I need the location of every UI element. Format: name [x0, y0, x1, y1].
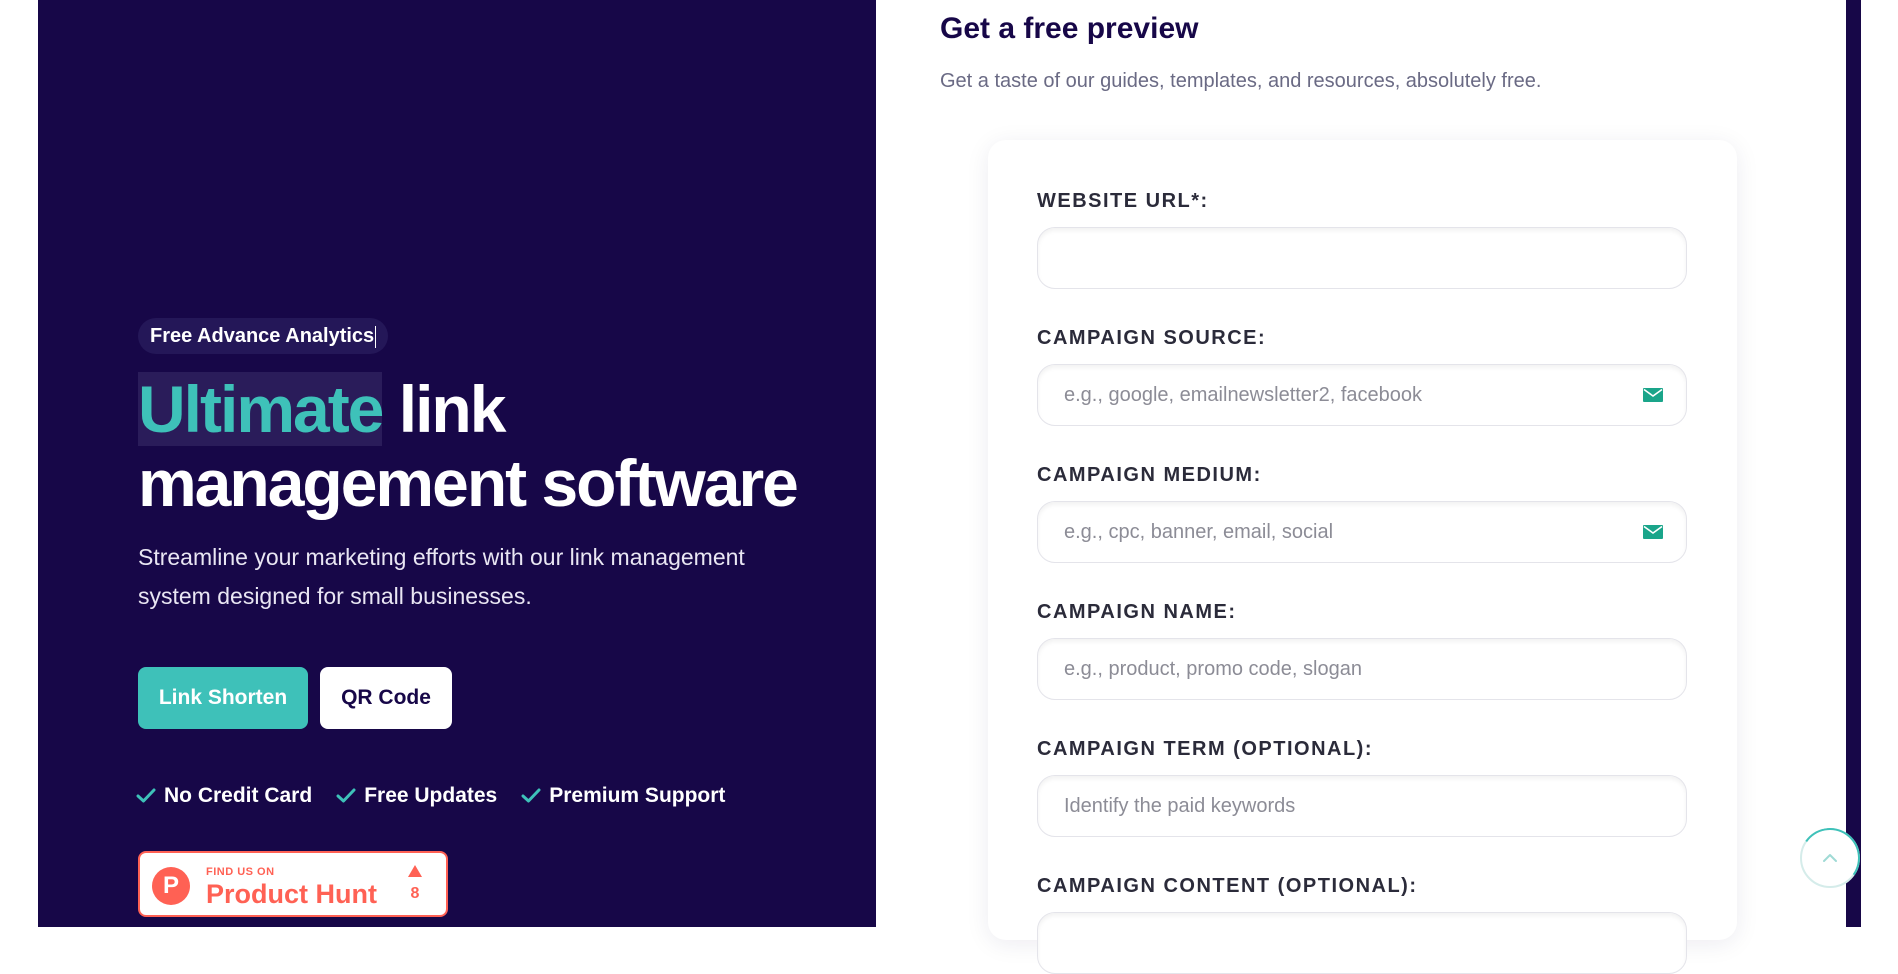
chevron-up-icon [1823, 854, 1837, 862]
campaign-name-input[interactable] [1037, 638, 1687, 700]
campaign-content-input[interactable] [1037, 912, 1687, 974]
website-url-input[interactable] [1037, 227, 1687, 289]
check-icon [521, 788, 541, 803]
upvote-count: 8 [410, 885, 420, 902]
campaign-source-input[interactable] [1037, 364, 1687, 426]
analytics-badge: Free Advance Analytics [138, 318, 389, 354]
envelope-icon [1643, 525, 1663, 539]
product-hunt-name: Product Hunt [206, 879, 377, 909]
upvote-arrow-icon [408, 865, 422, 877]
feature-item: Premium Support [521, 784, 725, 808]
hero-subtitle: Streamline your marketing efforts with o… [138, 544, 745, 609]
campaign-name-label: CAMPAIGN NAME: [1037, 601, 1237, 623]
feature-list: No Credit Card Free Updates Premium Supp… [136, 784, 749, 808]
text-caret [375, 325, 377, 348]
utm-form-card: WEBSITE URL*: CAMPAIGN SOURCE: CAMPAIGN … [988, 140, 1737, 974]
scroll-to-top-button[interactable] [1800, 828, 1860, 888]
feature-item: Free Updates [336, 784, 497, 808]
campaign-term-label: CAMPAIGN TERM (OPTIONAL): [1037, 738, 1373, 760]
link-shorten-button[interactable]: Link Shorten [138, 667, 308, 729]
hero-title-line1-rest: link [398, 372, 507, 446]
qr-code-button[interactable]: QR Code [320, 667, 452, 729]
hero-title-line2: management software [138, 446, 799, 520]
feature-label: No Credit Card [164, 784, 313, 807]
campaign-content-label: CAMPAIGN CONTENT (OPTIONAL): [1037, 875, 1418, 897]
campaign-source-label: CAMPAIGN SOURCE: [1037, 327, 1267, 349]
campaign-medium-label: CAMPAIGN MEDIUM: [1037, 464, 1262, 486]
feature-label: Free Updates [364, 784, 498, 807]
check-icon [336, 788, 356, 803]
product-hunt-badge[interactable]: P FIND US ON Product Hunt 8 [138, 851, 448, 917]
check-icon [136, 788, 156, 803]
analytics-badge-label: Free Advance Analytics [150, 325, 375, 347]
website-url-label: WEBSITE URL*: [1037, 190, 1209, 212]
envelope-icon [1643, 388, 1663, 402]
product-hunt-logo-icon: P [152, 867, 190, 905]
hero-title: Ultimate link management software [138, 372, 799, 520]
product-hunt-tagline: FIND US ON [206, 866, 275, 878]
preview-title: Get a free preview [940, 12, 1199, 45]
right-edge-strip [1846, 0, 1861, 927]
feature-item: No Credit Card [136, 784, 312, 808]
preview-subtitle: Get a taste of our guides, templates, an… [940, 70, 1542, 92]
campaign-medium-input[interactable] [1037, 501, 1687, 563]
hero-title-accent: Ultimate [138, 372, 384, 446]
campaign-term-input[interactable] [1037, 775, 1687, 837]
feature-label: Premium Support [549, 784, 726, 807]
